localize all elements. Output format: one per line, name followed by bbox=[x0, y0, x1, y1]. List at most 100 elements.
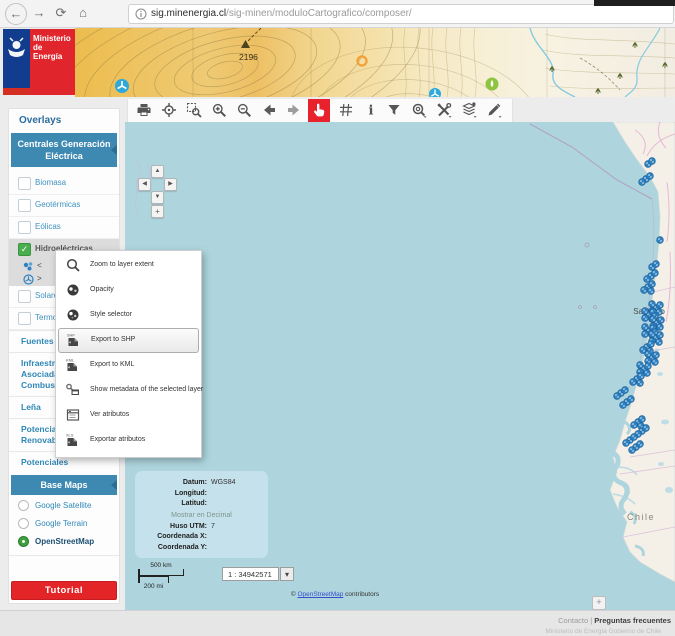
legend-label: > bbox=[37, 274, 42, 283]
footer-links: Contacto | Preguntas frecuentes bbox=[558, 616, 671, 625]
menu-label: Opacity bbox=[90, 286, 114, 293]
next-extent-icon[interactable] bbox=[286, 102, 303, 119]
file-kml-icon: KML bbox=[65, 357, 81, 373]
pan-left-button[interactable]: ◀ bbox=[138, 178, 151, 191]
topographic-banner: 2196 bbox=[75, 28, 675, 97]
utm-zone-label: Huso UTM: bbox=[135, 522, 207, 533]
longitude-label: Longitud: bbox=[135, 489, 207, 500]
basemap-google-terrain[interactable]: Google Terrain bbox=[9, 515, 119, 533]
group-centrales[interactable]: Centrales Generación Eléctrica bbox=[11, 133, 117, 167]
url-text: sig.minenergia.cl/sig-minen/moduloCartog… bbox=[151, 8, 412, 19]
svg-text:XLS: XLS bbox=[66, 434, 74, 438]
print-icon[interactable] bbox=[136, 102, 153, 119]
layer-row-geotermicas[interactable]: Geotérmicas bbox=[9, 195, 119, 217]
chile-label: Chile bbox=[627, 512, 655, 522]
browser-home-icon[interactable]: ⌂ bbox=[73, 3, 93, 23]
pan-hand-icon[interactable] bbox=[308, 99, 330, 122]
svg-text:SHP: SHP bbox=[67, 334, 75, 338]
copyright-symbol: © bbox=[291, 591, 296, 598]
menu-show-metadata[interactable]: Show metadata of the selected layer bbox=[56, 378, 201, 403]
faq-link[interactable]: Preguntas frecuentes bbox=[594, 616, 671, 625]
map-toolbar: i bbox=[127, 99, 513, 123]
ministry-logo: Ministerio de Energía bbox=[3, 29, 75, 95]
checkbox-icon[interactable] bbox=[18, 290, 31, 303]
url-bar[interactable]: sig.minenergia.cl/sig-minen/moduloCartog… bbox=[128, 4, 674, 24]
menu-style-selector[interactable]: Style selector bbox=[56, 303, 201, 328]
footer-subline: Ministerio de Energía Gobierno de Chile bbox=[545, 628, 661, 635]
hydro-turbine-icon bbox=[23, 274, 34, 285]
menu-label: Show metadata of the selected layer bbox=[90, 386, 203, 393]
zoom-out-icon[interactable] bbox=[236, 102, 253, 119]
radio-icon[interactable] bbox=[18, 518, 29, 529]
coord-y-label: Coordenada Y: bbox=[135, 543, 207, 554]
layers-icon[interactable] bbox=[461, 102, 478, 119]
attribution-toggle-button[interactable]: + bbox=[592, 596, 606, 610]
layer-row-biomasa[interactable]: Biomasa bbox=[9, 173, 119, 195]
svg-text:KML: KML bbox=[66, 359, 75, 363]
scale-mi-label: 200 mi bbox=[138, 583, 169, 590]
menu-ver-atributos[interactable]: Ver atributos bbox=[56, 403, 201, 428]
chevron-down-icon[interactable]: ▾ bbox=[280, 567, 294, 581]
latitude-label: Latitud: bbox=[135, 499, 207, 510]
scale-value[interactable]: 1 : 34942571 bbox=[222, 567, 279, 581]
page-footer: Contacto | Preguntas frecuentes Minister… bbox=[0, 610, 675, 636]
checkbox-icon[interactable] bbox=[18, 312, 31, 325]
url-host: sig.minenergia.cl bbox=[151, 8, 226, 19]
layer-context-menu: Zoom to layer extent Opacity Style selec… bbox=[55, 250, 202, 458]
contact-link[interactable]: Contacto bbox=[558, 616, 588, 625]
identify-icon[interactable]: i bbox=[363, 102, 380, 119]
radio-selected-icon[interactable] bbox=[18, 536, 29, 547]
show-decimal-link[interactable]: Mostrar en Decimal bbox=[135, 510, 268, 522]
hydro-marker-cluster[interactable] bbox=[657, 237, 664, 244]
query-icon[interactable] bbox=[411, 102, 428, 119]
biogas-icon bbox=[486, 78, 499, 91]
checkbox-icon[interactable] bbox=[18, 221, 31, 234]
layer-row-eolicas[interactable]: Eólicas bbox=[9, 217, 119, 239]
menu-exportar-atributos[interactable]: XLS Exportar atributos bbox=[56, 428, 201, 453]
zoom-selection-icon[interactable] bbox=[186, 102, 203, 119]
menu-export-to-shp[interactable]: SHP Export to SHP bbox=[58, 328, 199, 353]
radio-icon[interactable] bbox=[18, 500, 29, 511]
scale-bar: 500 km 200 mi bbox=[138, 562, 188, 590]
group-base-maps[interactable]: Base Maps bbox=[11, 475, 117, 495]
draw-icon[interactable] bbox=[486, 102, 503, 119]
browser-back-icon[interactable]: ← bbox=[5, 3, 27, 25]
menu-zoom-to-layer-extent[interactable]: Zoom to layer extent bbox=[56, 253, 201, 278]
coat-of-arms-icon bbox=[3, 29, 30, 88]
grid-icon[interactable] bbox=[338, 102, 355, 119]
menu-export-to-kml[interactable]: KML Export to KML bbox=[56, 353, 201, 378]
divider bbox=[9, 555, 119, 556]
scale-km-label: 500 km bbox=[138, 562, 184, 569]
menu-opacity[interactable]: Opacity bbox=[56, 278, 201, 303]
ministry-name: Ministerio de Energía bbox=[33, 34, 73, 61]
checkbox-icon[interactable] bbox=[18, 199, 31, 212]
map-canvas[interactable]: Santiago Chile ▲ ◀ ▶ ▼ + Datum:WGS84 Lon… bbox=[125, 122, 675, 610]
browser-reload-icon[interactable]: ⟳ bbox=[51, 3, 71, 23]
logo-flag-red-strip bbox=[3, 88, 30, 95]
pan-down-button[interactable]: ▼ bbox=[151, 191, 164, 204]
layer-label: Biomasa bbox=[35, 178, 66, 187]
menu-label: Export to KML bbox=[90, 361, 134, 368]
site-info-icon[interactable] bbox=[135, 8, 147, 20]
browser-forward-icon[interactable]: → bbox=[29, 3, 49, 23]
checkbox-checked-icon[interactable]: ✓ bbox=[18, 243, 31, 256]
zoom-in-icon[interactable] bbox=[211, 102, 228, 119]
openstreetmap-link[interactable]: OpenStreetMap bbox=[297, 591, 343, 598]
basemap-google-satellite[interactable]: Google Satellite bbox=[9, 497, 119, 515]
zoom-in-button[interactable]: + bbox=[151, 205, 164, 218]
pan-up-button[interactable]: ▲ bbox=[151, 165, 164, 178]
basemap-openstreetmap[interactable]: OpenStreetMap bbox=[9, 533, 119, 551]
checkbox-icon[interactable] bbox=[18, 177, 31, 190]
filter-icon[interactable] bbox=[386, 102, 403, 119]
previous-extent-icon[interactable] bbox=[261, 102, 278, 119]
tools-icon[interactable] bbox=[436, 102, 453, 119]
zoom-extent-icon[interactable] bbox=[161, 102, 178, 119]
window-titlebar-fragment bbox=[594, 0, 675, 6]
file-xls-icon: XLS bbox=[65, 432, 81, 448]
tutorial-button[interactable]: Tutorial bbox=[11, 581, 117, 600]
menu-label: Ver atributos bbox=[90, 411, 129, 418]
pan-right-button[interactable]: ▶ bbox=[164, 178, 177, 191]
metadata-key-icon bbox=[65, 382, 81, 398]
utm-zone-value: 7 bbox=[211, 523, 215, 530]
app-window: ← → ⟳ ⌂ sig.minenergia.cl/sig-minen/modu… bbox=[0, 0, 675, 636]
